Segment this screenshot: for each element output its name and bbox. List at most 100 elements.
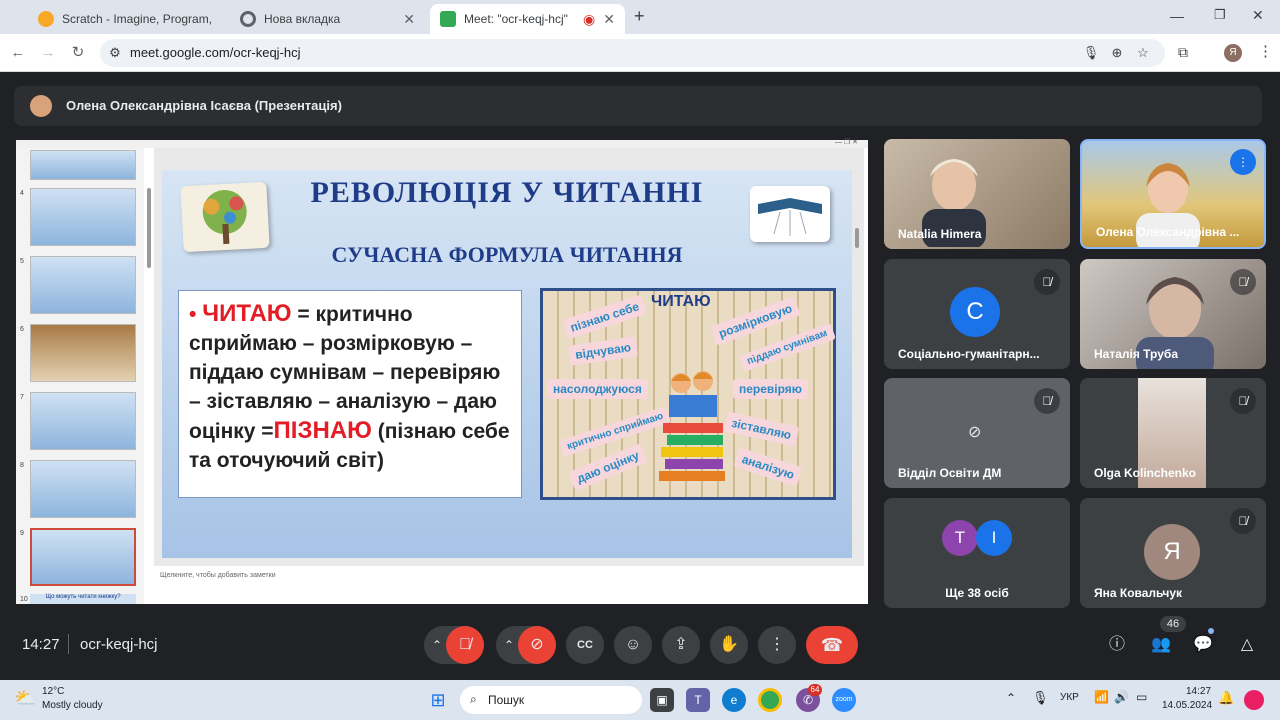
slide-thumbnail[interactable] (30, 188, 136, 246)
presentation-header: Олена Олександрівна Ісаєва (Презентація) (14, 86, 1262, 126)
zoom-icon[interactable]: ⊕ (1108, 44, 1126, 62)
taskbar-clock[interactable]: 14:27 (1186, 686, 1211, 697)
more-options-button[interactable]: ⋮ (758, 626, 796, 664)
slide-thumbnail[interactable] (30, 256, 136, 314)
shared-screen[interactable]: — ❐ ✕ 4 5 6 7 8 9 10 Що можуть читати кн… (16, 139, 868, 604)
taskbar-search[interactable]: ⌕ Пошук (460, 686, 642, 714)
more-participants-tile[interactable]: T I Ще 38 осіб (884, 498, 1070, 608)
leave-call-button[interactable]: ☎ (806, 626, 858, 664)
participant-name: Наталія Труба (1094, 347, 1178, 361)
close-tab-icon[interactable]: ✕ (603, 11, 615, 28)
back-icon[interactable]: ← (8, 43, 28, 63)
edge-icon[interactable]: e (722, 688, 746, 712)
camera-off-icon: ⊘ (530, 636, 544, 653)
menu-kebab-icon[interactable]: ⋮ (1258, 42, 1273, 60)
windows-taskbar: ⛅ 12°C Mostly cloudy ⊞ ⌕ Пошук ▣ T e ✆ 6… (0, 680, 1280, 720)
tab-meet[interactable]: Meet: "ocr-keqj-hcj" ◉ ✕ (430, 4, 625, 34)
participant-name: Олена Олександрівна ... (1096, 225, 1240, 239)
mic-off-icon: 🎙̸ (459, 636, 471, 653)
new-tab-icon[interactable]: + (634, 6, 645, 27)
window-titlebar: — ❐ ✕ (16, 139, 868, 148)
windows-start-icon[interactable]: ⊞ (426, 688, 450, 712)
forward-icon[interactable]: → (38, 43, 58, 63)
weather-desc: Mostly cloudy (42, 700, 103, 711)
restore-icon[interactable]: ❐ (1214, 7, 1226, 23)
battery-icon[interactable]: ▭ (1136, 690, 1147, 704)
mic-permission-icon[interactable]: 🎙 (1082, 44, 1100, 62)
mic-toggle-button[interactable]: 🎙̸ (446, 626, 484, 664)
participant-tile[interactable]: 🎙̸ Наталія Труба (1080, 259, 1266, 369)
chat-icon[interactable]: 💬 (1190, 632, 1216, 658)
mic-off-icon: 🎙̸ (1230, 508, 1256, 534)
present-button[interactable]: ⇪ (662, 626, 700, 664)
omnibox[interactable]: ⚙ meet.google.com/ocr-keqj-hcj 🎙 ⊕ ☆ (100, 39, 1165, 67)
captions-icon: CC (577, 639, 593, 651)
participant-tile[interactable]: ⊘ 🎙̸ Відділ Освіти ДМ (884, 378, 1070, 488)
reactions-button[interactable]: ☺ (614, 626, 652, 664)
tab-new[interactable]: Нова вкладка ✕ (230, 4, 425, 34)
extensions-icon[interactable]: ⧉ (1178, 44, 1188, 61)
site-info-icon[interactable]: ⚙ (106, 44, 124, 62)
tray-expand-icon[interactable]: ⌃ (1006, 691, 1016, 705)
participant-tile[interactable]: Я 🎙̸ Яна Ковальчук (1080, 498, 1266, 608)
weather-icon[interactable]: ⛅ (14, 688, 36, 709)
thumbnail-scrollbar[interactable] (147, 188, 151, 268)
participant-tile[interactable]: 🎙̸ Olga Kolinchenko (1080, 378, 1266, 488)
mic-off-icon: 🎙̸ (1034, 388, 1060, 414)
participant-tile[interactable]: С 🎙̸ Соціально-гуманітарн... (884, 259, 1070, 369)
slide-scrollbar[interactable] (855, 228, 859, 248)
window-close-icon[interactable]: ✕ (1252, 7, 1264, 24)
reading-illustration: ЧИТАЮ пізнаю себе розмірковую відчуваю п… (540, 288, 836, 500)
camera-options-chevron-icon[interactable]: ⌃ (504, 626, 514, 664)
volume-icon[interactable]: 🔊 (1114, 690, 1129, 704)
raise-hand-button[interactable]: ✋ (710, 626, 748, 664)
notifications-bell-icon[interactable]: 🔔 (1218, 690, 1234, 706)
people-icon[interactable]: 👥 (1148, 632, 1174, 658)
minimize-icon[interactable]: — (1170, 8, 1184, 24)
meeting-code[interactable]: ocr-keqj-hcj (80, 636, 158, 653)
bookmark-icon[interactable]: ☆ (1134, 44, 1152, 62)
chrome-icon[interactable] (758, 688, 782, 712)
present-screen-icon: ⇪ (674, 636, 688, 653)
slide-text-box: • ЧИТАЮ = критично сприймаю – розміркову… (178, 290, 522, 498)
zoom-app-icon[interactable]: zoom (832, 688, 856, 712)
taskbar-date[interactable]: 14.05.2024 (1162, 700, 1212, 711)
camera-toggle-button[interactable]: ⊘ (518, 626, 556, 664)
slide-thumbnail[interactable] (30, 324, 136, 382)
slide-thumbnail[interactable] (30, 392, 136, 450)
tab-title: Нова вкладка (264, 12, 341, 26)
slide-thumbnail[interactable] (30, 460, 136, 518)
meeting-info-icon[interactable]: ⓘ (1104, 632, 1130, 658)
captions-button[interactable]: CC (566, 626, 604, 664)
participant-avatar: T (942, 520, 978, 556)
tray-mic-icon[interactable]: 🎙 (1032, 690, 1049, 706)
profile-avatar[interactable]: Я (1224, 44, 1242, 62)
participant-name: Відділ Освіти ДМ (898, 466, 1002, 480)
slide-thumbnail-current[interactable] (30, 528, 136, 586)
activities-icon[interactable]: △ (1234, 632, 1260, 658)
url-text: meet.google.com/ocr-keqj-hcj (130, 45, 301, 60)
search-icon: ⌕ (470, 692, 477, 706)
copilot-icon[interactable] (1244, 690, 1264, 710)
teams-icon[interactable]: T (686, 688, 710, 712)
wifi-icon[interactable]: 📶 (1094, 690, 1109, 704)
weather-temp: 12°C (42, 686, 65, 697)
keyboard-language[interactable]: УКР (1060, 692, 1079, 703)
participant-name: Соціально-гуманітарн... (898, 347, 1040, 361)
task-view-icon[interactable]: ▣ (650, 688, 674, 712)
close-tab-icon[interactable]: ✕ (403, 11, 415, 28)
phone-hangup-icon: ☎ (820, 635, 844, 655)
slide-thumbnail[interactable] (30, 150, 136, 180)
notes-placeholder[interactable]: Щелкните, чтобы добавить заметки (154, 566, 864, 588)
camera-button-group: ⌃ ⊘ (496, 626, 556, 664)
keyword-read: ЧИТАЮ (202, 300, 292, 327)
slide-number: 8 (20, 462, 24, 469)
reload-icon[interactable]: ↻ (68, 43, 88, 63)
participant-tile[interactable]: Natalia Himera (884, 139, 1070, 249)
slide-editor-area: РЕВОЛЮЦІЯ У ЧИТАННІ СУЧАСНА ФОРМУЛА ЧИТА… (154, 148, 864, 588)
mic-options-chevron-icon[interactable]: ⌃ (432, 626, 442, 664)
participant-tile-speaking[interactable]: ⋮ Олена Олександрівна ... (1080, 139, 1266, 249)
tab-scratch[interactable]: Scratch - Imagine, Program, Share (28, 4, 223, 34)
mic-off-icon: 🎙̸ (1230, 269, 1256, 295)
slide-title: РЕВОЛЮЦІЯ У ЧИТАННІ (310, 176, 704, 209)
